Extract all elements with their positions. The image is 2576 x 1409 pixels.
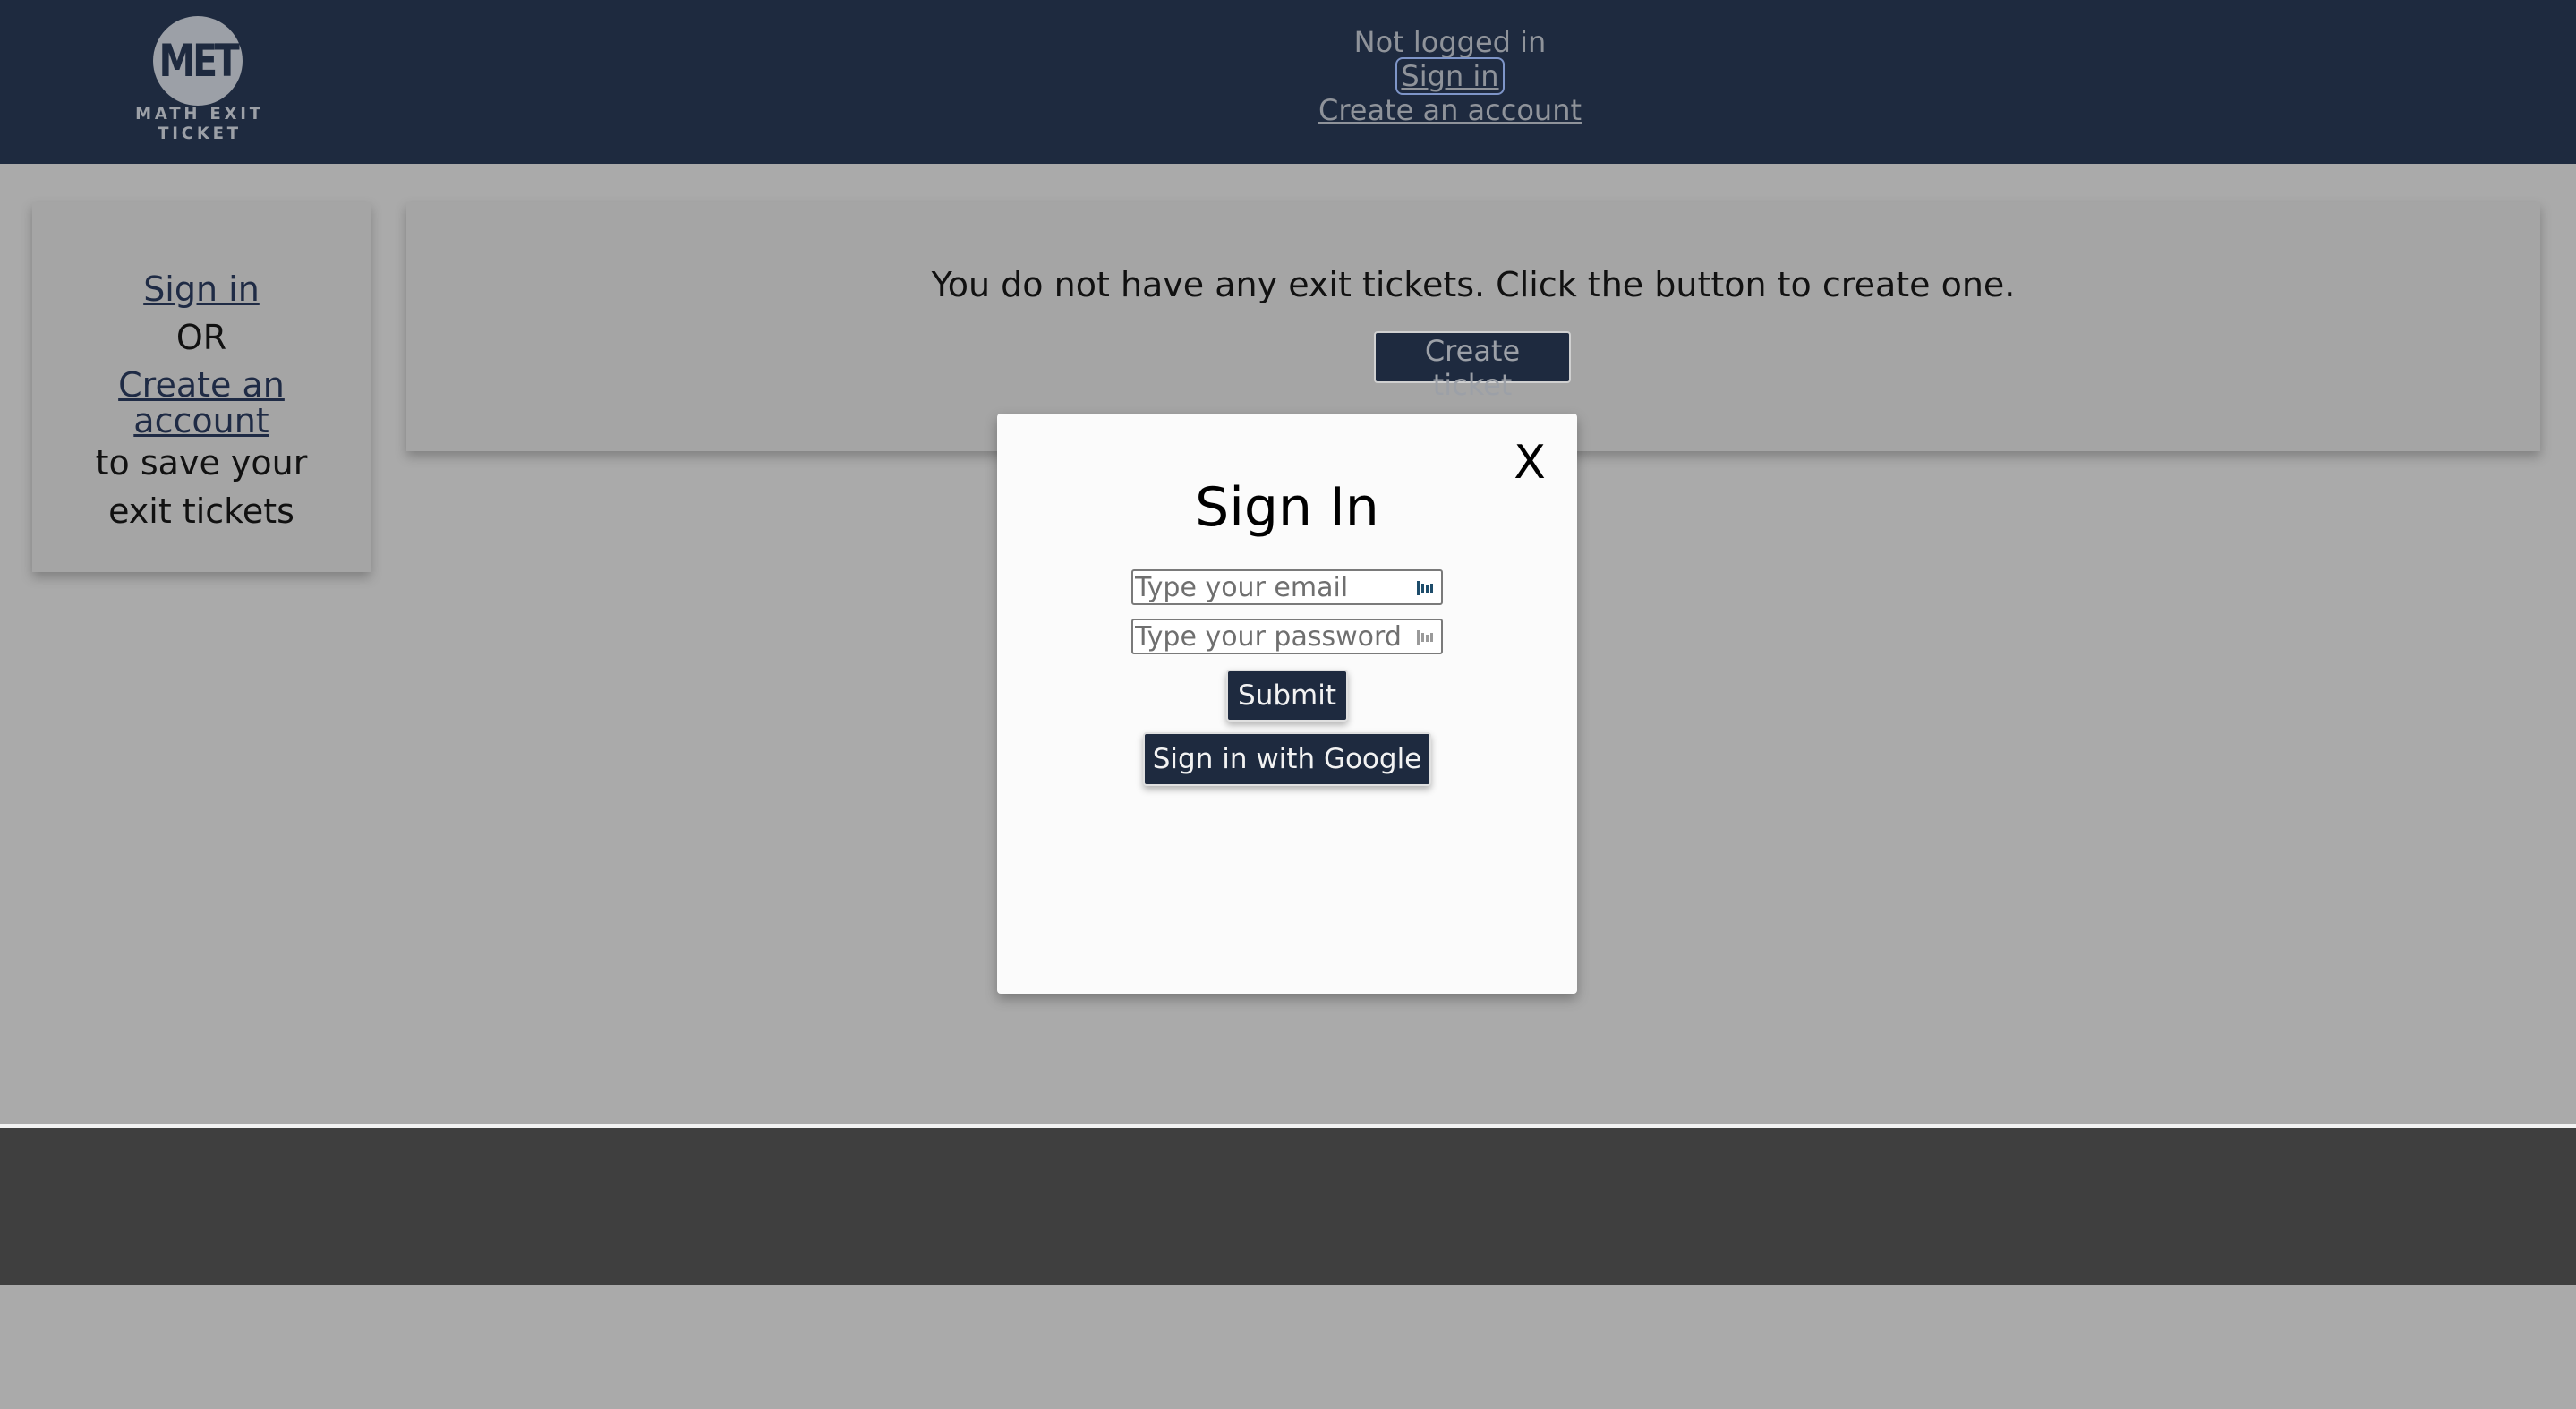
sidebar-save-text: to save your exit tickets xyxy=(95,443,308,531)
sign-in-modal: X Sign In Submit Sign in with Google xyxy=(997,414,1577,994)
sidebar-card: Sign in OR Create an account to save you… xyxy=(32,202,371,572)
auth-status: Not logged in Sign in Create an account xyxy=(1271,25,1629,127)
empty-tickets-message: You do not have any exit tickets. Click … xyxy=(931,265,2016,304)
sidebar-create-account-link[interactable]: Create an account xyxy=(59,367,344,439)
sidebar-sign-in-link[interactable]: Sign in xyxy=(59,265,344,313)
sidebar-or-text: OR xyxy=(175,318,227,357)
create-ticket-button[interactable]: Create ticket xyxy=(1374,331,1571,402)
email-input[interactable] xyxy=(1135,571,1403,603)
password-input[interactable] xyxy=(1135,620,1403,653)
email-field[interactable] xyxy=(1131,569,1443,605)
logo-caption: MATH EXIT TICKET xyxy=(135,104,264,143)
password-manager-icon[interactable] xyxy=(1416,578,1436,598)
app-logo[interactable]: MET MATH EXIT TICKET xyxy=(106,16,294,143)
google-sign-in-button[interactable]: Sign in with Google xyxy=(1143,732,1431,786)
logo-badge: MET xyxy=(153,16,243,106)
password-manager-icon[interactable] xyxy=(1416,628,1436,647)
login-status-text: Not logged in xyxy=(1353,25,1547,59)
password-field[interactable] xyxy=(1131,619,1443,654)
modal-title: Sign In xyxy=(1195,476,1379,539)
logo-mark: MET xyxy=(158,35,240,87)
page-footer xyxy=(0,1128,2576,1285)
submit-button[interactable]: Submit xyxy=(1226,670,1348,722)
header-sign-in-link[interactable]: Sign in xyxy=(1395,57,1505,95)
top-header: MET MATH EXIT TICKET Not logged in Sign … xyxy=(0,0,2576,164)
header-create-account-link[interactable]: Create an account xyxy=(1318,93,1582,127)
